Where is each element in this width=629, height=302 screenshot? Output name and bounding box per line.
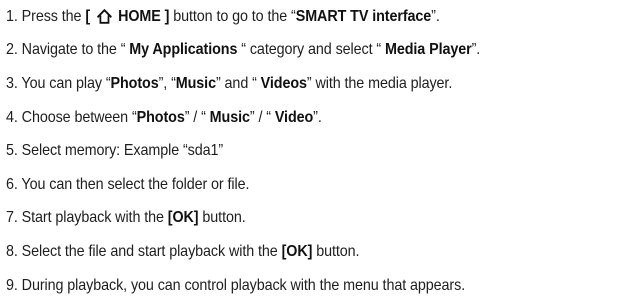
- step-text: ” with the media player.: [306, 74, 453, 92]
- emphasized-text: Videos: [260, 74, 307, 92]
- emphasized-text: SMART TV interface: [295, 7, 432, 25]
- step-text: button.: [312, 242, 360, 260]
- instruction-step-1: 1. Press the [ HOME ] button to go to th…: [6, 0, 576, 34]
- instruction-step-4: 4. Choose between “Photos” / “ Music” / …: [6, 101, 576, 135]
- step-text: ” and “: [215, 74, 261, 92]
- step-text: 7. Start playback with the: [6, 209, 168, 227]
- step-text: 8. Select the file and start playback wi…: [6, 242, 282, 260]
- step-text: ” / “: [249, 108, 275, 126]
- instruction-step-8: 8. Select the file and start playback wi…: [6, 235, 576, 269]
- step-text: button.: [198, 209, 246, 227]
- instruction-step-9: 9. During playback, you can control play…: [6, 269, 576, 302]
- instruction-step-7: 7. Start playback with the [OK] button.: [6, 202, 576, 236]
- emphasized-text: Music: [209, 108, 250, 126]
- home-icon: [96, 9, 112, 25]
- step-text: ”, “: [158, 74, 176, 92]
- step-text: 9. During playback, you can control play…: [6, 276, 466, 294]
- step-text: 1. Press the: [6, 7, 86, 25]
- emphasized-text: Photos: [110, 74, 159, 92]
- step-text: button to go to the “: [169, 7, 296, 25]
- step-text: 5. Select memory: Example “sda1”: [6, 142, 224, 160]
- step-text: ” / “: [184, 108, 210, 126]
- step-text: 6. You can then select the folder or fil…: [6, 175, 250, 193]
- emphasized-text: HOME ]: [114, 7, 170, 25]
- step-text: “ category and select “: [237, 41, 385, 59]
- step-text: 2. Navigate to the “: [6, 41, 130, 59]
- emphasized-text: My Applications: [129, 41, 238, 59]
- instruction-step-2: 2. Navigate to the “ My Applications “ c…: [6, 34, 576, 68]
- emphasized-text: [OK]: [281, 242, 313, 260]
- instruction-list: 1. Press the [ HOME ] button to go to th…: [6, 0, 626, 302]
- instruction-step-6: 6. You can then select the folder or fil…: [6, 168, 576, 202]
- step-text: 4. Choose between “: [6, 108, 137, 126]
- step-text: ”.: [471, 41, 481, 59]
- instruction-step-5: 5. Select memory: Example “sda1”: [6, 134, 576, 168]
- step-text: 3. You can play “: [6, 74, 111, 92]
- emphasized-text: Video: [274, 108, 314, 126]
- emphasized-text: Photos: [136, 108, 185, 126]
- step-text: ”.: [313, 108, 322, 126]
- emphasized-text: [: [85, 7, 94, 25]
- instruction-step-3: 3. You can play “Photos”, “Music” and “ …: [6, 67, 576, 101]
- step-text: ”.: [431, 7, 440, 25]
- emphasized-text: Music: [175, 74, 216, 92]
- emphasized-text: [OK]: [167, 209, 199, 227]
- emphasized-text: Media Player: [384, 41, 472, 59]
